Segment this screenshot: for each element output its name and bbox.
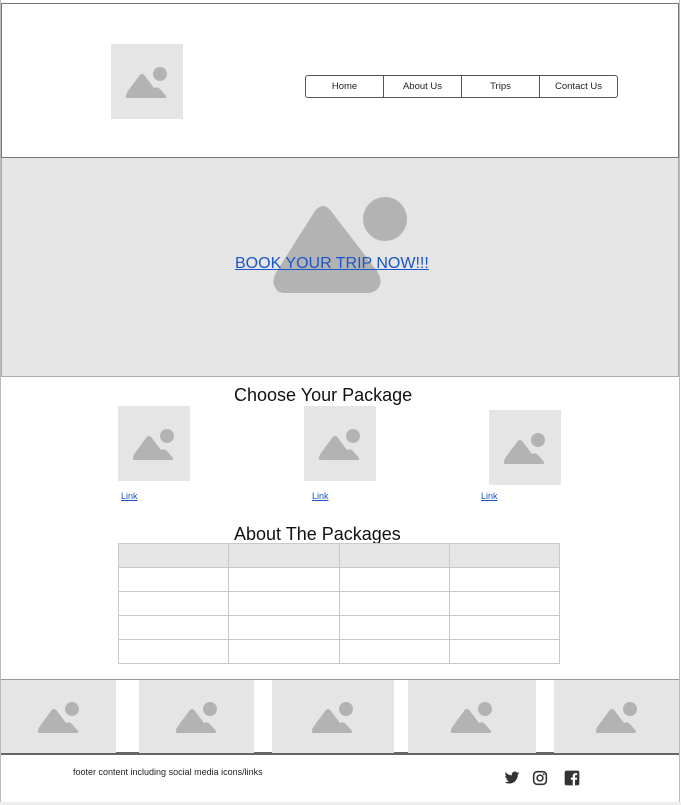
table-row xyxy=(117,591,561,616)
table-cell xyxy=(448,567,561,592)
image-placeholder-icon xyxy=(318,428,360,460)
page-edge-right xyxy=(679,0,680,805)
table-cell xyxy=(338,567,450,592)
gallery-image-4[interactable] xyxy=(408,680,536,753)
table-cell xyxy=(117,639,230,664)
package-link-2[interactable]: Link xyxy=(312,491,329,501)
table-row xyxy=(117,567,561,592)
site-footer: footer content including social media ic… xyxy=(1,755,679,802)
table-cell xyxy=(448,639,561,664)
book-trip-link[interactable]: BOOK YOUR TRIP NOW!!! xyxy=(235,255,429,273)
nav-about-us[interactable]: About Us xyxy=(384,76,462,97)
package-image-1[interactable] xyxy=(118,406,190,481)
table-cell xyxy=(338,591,450,616)
package-image-2[interactable] xyxy=(304,406,376,481)
image-placeholder-icon xyxy=(37,701,79,733)
package-link-1[interactable]: Link xyxy=(121,491,138,501)
table-cell xyxy=(338,615,450,640)
table-cell xyxy=(117,591,230,616)
twitter-icon[interactable] xyxy=(504,770,520,786)
table-cell xyxy=(117,615,230,640)
image-placeholder-icon xyxy=(311,701,353,733)
image-placeholder-icon xyxy=(450,701,492,733)
image-placeholder-icon xyxy=(503,432,545,464)
table-cell xyxy=(228,615,340,640)
table-cell xyxy=(117,543,230,568)
nav-contact-us[interactable]: Contact Us xyxy=(540,76,617,97)
table-header-row xyxy=(117,543,561,568)
image-placeholder-icon xyxy=(175,701,217,733)
gallery-image-3[interactable] xyxy=(272,680,394,753)
table-cell xyxy=(448,615,561,640)
about-packages-heading: About The Packages xyxy=(234,524,401,544)
footer-text: footer content including social media ic… xyxy=(73,767,263,777)
gallery-strip xyxy=(1,679,679,755)
package-link-3[interactable]: Link xyxy=(481,491,498,501)
table-cell xyxy=(448,591,561,616)
main-nav: Home About Us Trips Contact Us xyxy=(305,75,618,98)
table-cell xyxy=(228,543,340,568)
packages-table xyxy=(117,543,561,664)
table-row xyxy=(117,639,561,664)
gallery-image-1[interactable] xyxy=(1,680,116,753)
image-placeholder-icon xyxy=(125,66,167,98)
gallery-image-2[interactable] xyxy=(139,680,254,753)
logo-image-placeholder xyxy=(111,44,183,119)
packages-heading: Choose Your Package xyxy=(234,385,413,405)
image-placeholder-icon xyxy=(273,197,407,293)
gallery-image-5[interactable] xyxy=(554,680,679,753)
image-placeholder-icon xyxy=(595,701,637,733)
table-cell xyxy=(117,567,230,592)
facebook-icon[interactable] xyxy=(564,770,580,786)
table-row xyxy=(117,615,561,640)
table-cell xyxy=(228,591,340,616)
nav-home[interactable]: Home xyxy=(306,76,384,97)
hero-banner: BOOK YOUR TRIP NOW!!! xyxy=(1,158,679,377)
instagram-icon[interactable] xyxy=(532,770,548,786)
package-image-3[interactable] xyxy=(489,410,561,485)
table-cell xyxy=(228,567,340,592)
table-cell xyxy=(338,639,450,664)
nav-trips[interactable]: Trips xyxy=(462,76,540,97)
table-cell xyxy=(228,639,340,664)
table-cell xyxy=(448,543,561,568)
site-header: Home About Us Trips Contact Us xyxy=(1,3,679,158)
image-placeholder-icon xyxy=(132,428,174,460)
table-cell xyxy=(338,543,450,568)
